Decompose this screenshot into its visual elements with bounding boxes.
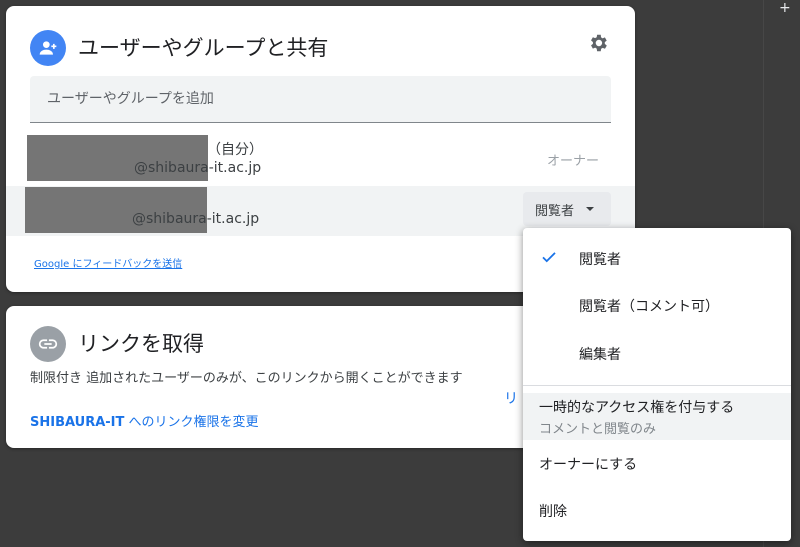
menu-item-commenter-label: 閲覧者（コメント可） [579, 299, 719, 315]
role-menu: 閲覧者 閲覧者（コメント可） 編集者 一時的なアクセス権を付与する コメントと閲… [523, 228, 791, 541]
menu-divider [523, 385, 791, 386]
caret-down-icon [586, 207, 595, 211]
plus-icon[interactable]: + [779, 0, 791, 16]
make-owner-label: オーナーにする [539, 457, 638, 473]
menu-item-viewer-label: 閲覧者 [579, 252, 621, 268]
temp-access-sub: コメントと閲覧のみ [539, 422, 657, 437]
change-link-text: へのリンク権限を変更 [124, 415, 259, 430]
remove-label: 削除 [539, 504, 567, 520]
change-link-permission[interactable]: SHIBAURA-IT へのリンク権限を変更 [30, 411, 259, 430]
add-people-input[interactable] [30, 76, 611, 123]
menu-item-commenter[interactable]: 閲覧者（コメント可） [523, 296, 791, 316]
owner-role-label: オーナー [547, 154, 600, 169]
viewer-email: @shibaura-it.ac.jp [132, 211, 260, 227]
menu-item-editor-label: 編集者 [579, 347, 621, 363]
feedback-link[interactable]: Google にフィードバックを送信 [34, 255, 182, 270]
person-add-icon [30, 30, 66, 66]
org-name: SHIBAURA-IT [30, 415, 125, 430]
person-row-owner: （自分） @shibaura-it.ac.jp オーナー [6, 134, 635, 184]
menu-item-temp-access[interactable]: 一時的なアクセス権を付与する コメントと閲覧のみ [523, 397, 791, 437]
menu-item-make-owner[interactable]: オーナーにする [523, 454, 791, 474]
role-dropdown[interactable]: 閲覧者 [523, 192, 611, 226]
check-icon [542, 252, 556, 263]
copy-link-button[interactable]: リ [504, 388, 524, 408]
menu-item-editor[interactable]: 編集者 [523, 344, 791, 364]
gear-icon[interactable] [586, 31, 610, 55]
owner-email: @shibaura-it.ac.jp [134, 160, 262, 176]
menu-item-remove[interactable]: 削除 [523, 501, 791, 521]
role-dropdown-label: 閲覧者 [535, 203, 575, 219]
link-description: 制限付き 追加されたユーザーのみが、このリンクから開くことができます [30, 371, 463, 386]
share-title: ユーザーやグループと共有 [78, 36, 329, 60]
self-tag: （自分） [207, 142, 263, 158]
menu-item-viewer[interactable]: 閲覧者 [523, 249, 791, 269]
temp-access-label: 一時的なアクセス権を付与する [539, 400, 735, 416]
link-icon [30, 326, 66, 362]
link-title: リンクを取得 [78, 332, 204, 356]
